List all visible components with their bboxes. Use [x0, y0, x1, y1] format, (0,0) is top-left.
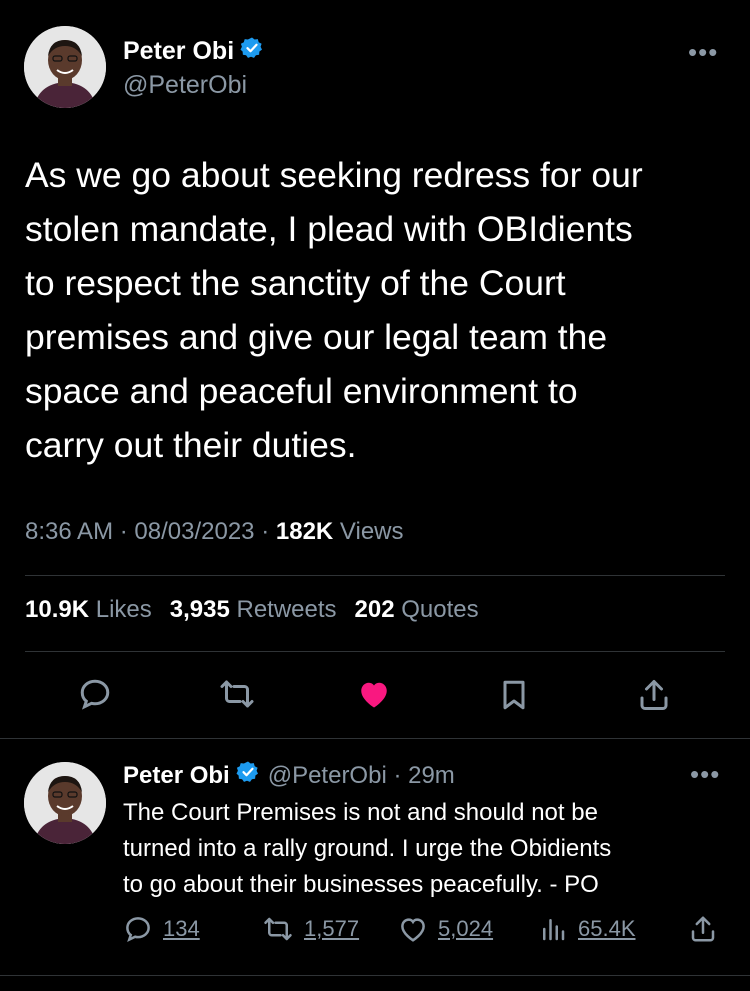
reply-like-button[interactable]: 5,024 — [398, 914, 493, 944]
bookmark-icon — [503, 680, 525, 710]
meta-separator: · — [261, 518, 276, 545]
views-count[interactable]: 65.4K — [578, 916, 636, 942]
reply-author-name[interactable]: Peter Obi — [123, 762, 230, 790]
author-handle[interactable]: @PeterObi — [123, 71, 247, 100]
divider — [25, 575, 725, 576]
views-icon — [543, 919, 565, 941]
retweets-label: Retweets — [236, 596, 337, 623]
author-name-text[interactable]: Peter Obi — [123, 37, 234, 66]
reply-text: The Court Premises is not and should not… — [123, 799, 612, 898]
divider — [25, 651, 725, 652]
quotes-stat[interactable]: 202 Quotes — [355, 596, 479, 624]
reply-dot: · — [386, 761, 409, 789]
reply-icon — [126, 917, 150, 943]
meta-separator: · — [119, 518, 135, 545]
reply-retweet-button[interactable]: 1,577 — [262, 914, 359, 944]
share-icon — [640, 680, 668, 710]
retweets-stat[interactable]: 3,935 Retweets — [170, 596, 337, 624]
verified-badge-icon — [240, 36, 264, 67]
verified-badge-icon — [236, 760, 260, 791]
retweet-icon — [264, 917, 292, 941]
tweet-text: As we go about seeking redress for our s… — [25, 155, 643, 465]
reply-count[interactable]: 134 — [163, 916, 200, 942]
likes-label: Likes — [95, 596, 152, 623]
reply-handle[interactable]: @PeterObi — [268, 762, 387, 790]
tweet-meta: 8:36 AM · 08/03/2023 · 182K Views — [25, 518, 404, 546]
retweet-button[interactable] — [218, 676, 256, 717]
views-count: 182K — [275, 518, 334, 545]
like-button[interactable] — [355, 676, 393, 717]
reply-button[interactable] — [77, 676, 113, 717]
reply-avatar[interactable] — [24, 762, 106, 844]
share-icon — [691, 916, 715, 942]
quotes-count: 202 — [354, 596, 395, 623]
reply-reply-button[interactable]: 134 — [123, 914, 200, 944]
avatar[interactable] — [24, 26, 106, 108]
quotes-label: Quotes — [401, 596, 479, 623]
reply-more-icon[interactable]: ••• — [690, 761, 720, 787]
reply-icon — [80, 679, 110, 710]
retweet-count[interactable]: 1,577 — [304, 916, 359, 942]
likes-stat[interactable]: 10.9K Likes — [25, 596, 152, 624]
retweet-icon — [220, 680, 254, 708]
share-button[interactable] — [636, 676, 672, 719]
engagement-stats: 10.9K Likes 3,935 Retweets 202 Quotes — [25, 596, 479, 624]
reply-time[interactable]: 29m — [408, 762, 455, 790]
more-icon[interactable]: ••• — [688, 39, 718, 65]
author-name[interactable]: Peter Obi — [123, 36, 264, 67]
tweet-time[interactable]: 8:36 AM — [25, 518, 113, 545]
like-icon — [401, 918, 425, 942]
reply-share-button[interactable] — [688, 914, 718, 944]
like-icon — [361, 682, 387, 708]
like-count[interactable]: 5,024 — [438, 916, 493, 942]
likes-count: 10.9K — [25, 596, 90, 623]
divider — [0, 975, 750, 976]
divider — [0, 738, 750, 739]
bookmark-button[interactable] — [496, 676, 532, 719]
tweet-date[interactable]: 08/03/2023 — [134, 518, 254, 545]
views-label: Views — [339, 518, 404, 545]
reply-views-button[interactable]: 65.4K — [538, 914, 636, 944]
retweets-count: 3,935 — [169, 596, 230, 623]
reply-author-row: Peter Obi @PeterObi · 29m — [123, 760, 455, 791]
